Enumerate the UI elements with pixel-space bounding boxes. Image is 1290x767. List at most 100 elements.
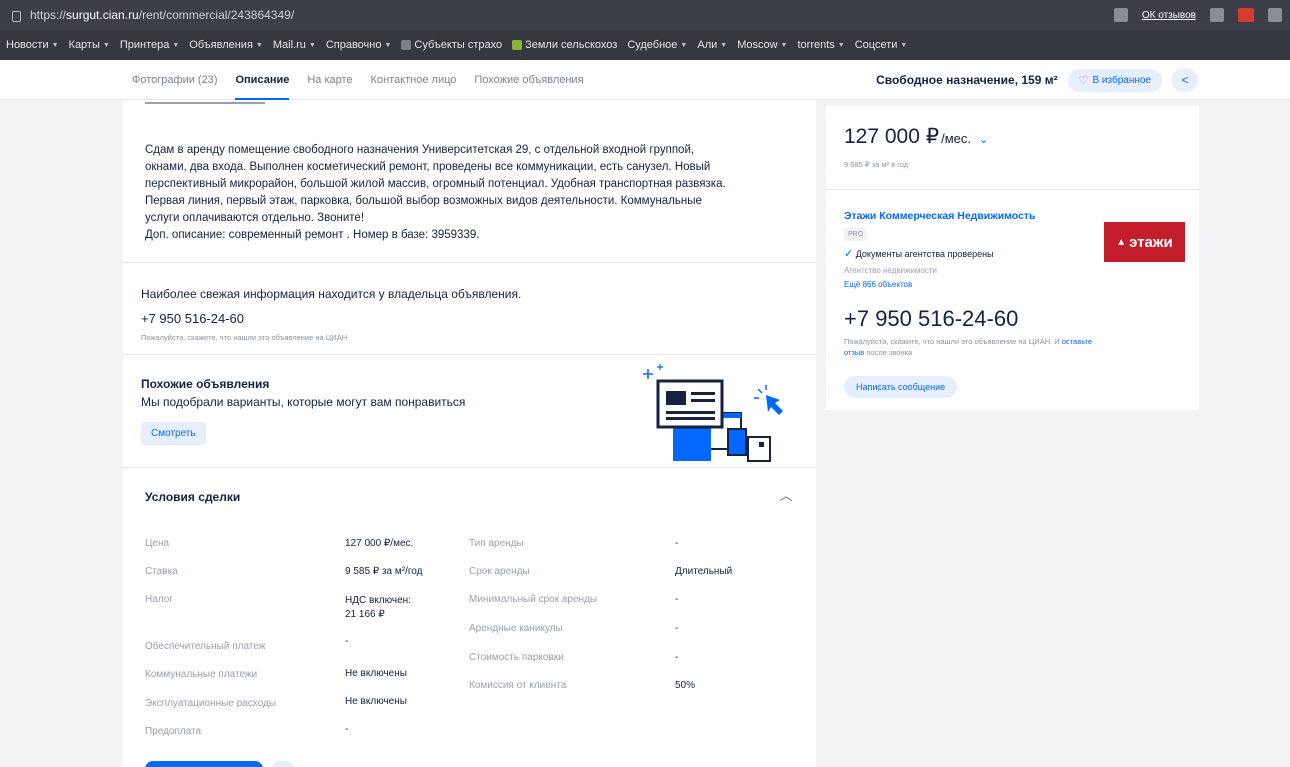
caret-down-icon: ▼ [308,41,316,49]
bookmark-item[interactable]: Али ▼ [697,39,727,51]
bookmark-item[interactable]: Субъекты страхо [401,39,502,51]
agent-more-objects[interactable]: Ещё 866 объектов [844,280,912,289]
deal-value: Не включены [345,696,407,707]
deal-row: НДС включен: 21 166 ₽ [345,594,411,622]
bookmark-item[interactable]: Mail.ru ▼ [273,39,316,51]
share-icon[interactable]: < [1172,68,1198,92]
extension-icon[interactable] [1113,8,1128,22]
caret-down-icon: ▼ [255,41,263,49]
deal-row: - [345,724,348,735]
bookmark-label: torrents [797,39,835,51]
write-message-button[interactable]: Написать сообщение [844,376,958,398]
bookmark-star-icon[interactable] [1210,8,1224,22]
bookmark-item[interactable]: Новости ▼ [6,39,59,51]
listing-tabs-bar: Фотографии (23) Описание На карте Контак… [0,60,1290,100]
bookmark-item[interactable]: Принтера ▼ [120,39,179,51]
caret-down-icon: ▼ [172,41,180,49]
chevron-down-icon[interactable]: ⌄ [979,133,988,146]
favorite-button[interactable]: ♡ В избранное [1067,68,1162,92]
url-path: /rent/commercial/243864349/ [138,8,295,22]
agent-note: Пожалуйста, скажите, что нашли это объяв… [844,336,1094,358]
deal-key: Цена [145,538,170,549]
deal-value: Длительный [675,566,733,577]
similar-section: Похожие объявления Мы подобрали варианты… [123,355,816,468]
tab-photos[interactable]: Фотографии (23) [132,60,217,100]
deal-key: Срок аренды [469,566,530,577]
favorite-label: В избранное [1092,74,1151,86]
caret-down-icon: ▼ [780,41,788,49]
caret-down-icon: ▼ [102,41,110,49]
red-extension-icon[interactable] [1238,8,1254,22]
agent-note-text-end: после звонка [864,348,913,357]
agent-note-text: Пожалуйста, скажите, что нашли это объяв… [844,337,1062,346]
price-card: 127 000 ₽ /мес. ⌄ 9 585 ₽ за м² в год [826,106,1199,190]
agent-type: Агентство недвижимости [844,266,937,275]
deal-row: - [345,636,348,647]
deal-row: - [675,538,678,549]
bookmark-label: Объявления [189,39,253,51]
tab-map[interactable]: На карте [307,60,352,100]
heart-icon: ♡ [1078,74,1089,87]
bookmark-label: Новости [6,39,49,51]
tab-description[interactable]: Описание [235,60,289,100]
tab-contact[interactable]: Контактное лицо [371,60,457,100]
agent-logo[interactable]: ▲ этажи [1104,222,1185,262]
owner-info: Наиболее свежая информация находится у в… [141,287,522,301]
profile-icon[interactable] [1268,8,1282,22]
deal-value: - [675,652,679,663]
bottom-action-button[interactable] [145,761,263,767]
bookmark-item[interactable]: Соцсети ▼ [855,39,908,51]
similar-title: Похожие объявления [141,377,270,391]
reviews-extension-button[interactable]: ОК отзывов [1142,10,1196,21]
deal-key: Налог [145,594,173,605]
bookmark-item[interactable]: torrents ▼ [797,39,844,51]
deal-row: Арендные каникулы [469,623,563,634]
bookmark-label: Moscow [737,39,778,51]
price: 127 000 ₽ /мес. ⌄ [844,124,988,149]
chevron-up-icon[interactable]: ︿ [778,486,794,503]
bookmark-item[interactable]: Судебное ▼ [627,39,687,51]
deal-row: Коммунальные платежи [145,669,257,680]
agent-verified: ✓ Документы агентства проверены [844,247,994,260]
description-section: Сдам в аренду помещение свободного назна… [123,100,816,263]
bookmarks-bar: Новости ▼ Карты ▼ Принтера ▼ Объявления ▼ Mail.r… [0,30,1290,60]
bookmark-item[interactable]: Объявления ▼ [189,39,263,51]
bookmark-item[interactable]: Земли сельскохоз [512,39,617,51]
deal-row: 50% [675,680,695,691]
bookmark-item[interactable]: Справочно ▼ [326,39,392,51]
bookmark-label: Справочно [325,39,382,51]
view-similar-button[interactable]: Смотреть [141,422,206,445]
deal-row: - [675,652,678,663]
deal-value: - [345,724,349,735]
description-text: Сдам в аренду помещение свободного назна… [145,144,726,241]
agent-name[interactable]: Этажи Коммерческая Недвижимость [844,210,1036,222]
owner-phone[interactable]: +7 950 516-24-60 [141,311,244,326]
tab-similar[interactable]: Похожие объявления [474,60,583,100]
bookmark-label: Земли сельскохоз [525,39,618,51]
agent-phone[interactable]: +7 950 516-24-60 [844,306,1018,332]
deal-row: - [675,594,678,605]
deal-row: - [675,623,678,634]
section-tabs: Фотографии (23) Описание На карте Контак… [132,60,584,100]
deal-conditions-section: Условия сделки ︿ Цена 127 000 ₽/мес. Ста… [123,468,816,767]
header-actions: Свободное назначение, 159 м² ♡ В избранно… [876,60,1198,100]
deal-value: - [675,623,679,634]
deal-value: 9 585 ₽ за м²/год [345,566,423,577]
pro-badge: PRO [844,228,868,241]
bookmark-label: Карты [68,39,100,51]
deal-value: Не включены [345,668,407,679]
deal-row: Налог [145,594,173,605]
deal-title: Условия сделки [145,490,241,504]
bookmark-label: Судебное [627,39,678,51]
url-field[interactable]: https://surgut.cian.ru/rent/commercial/2… [30,8,294,22]
bottom-secondary-button[interactable] [273,761,293,767]
deal-row: Комиссия от клиента [469,680,566,691]
bookmark-item[interactable]: Moscow ▼ [737,39,787,51]
bookmark-label: Соцсети [854,39,898,51]
deal-row: 127 000 ₽/мес. [345,538,413,549]
listing-title: Свободное назначение, 159 м² [876,73,1058,87]
deal-value: 127 000 ₽/мес. [345,538,414,549]
deal-row: Стоимость парковки [469,652,564,663]
owner-section: Наиболее свежая информация находится у в… [123,263,816,355]
bookmark-item[interactable]: Карты ▼ [69,39,110,51]
